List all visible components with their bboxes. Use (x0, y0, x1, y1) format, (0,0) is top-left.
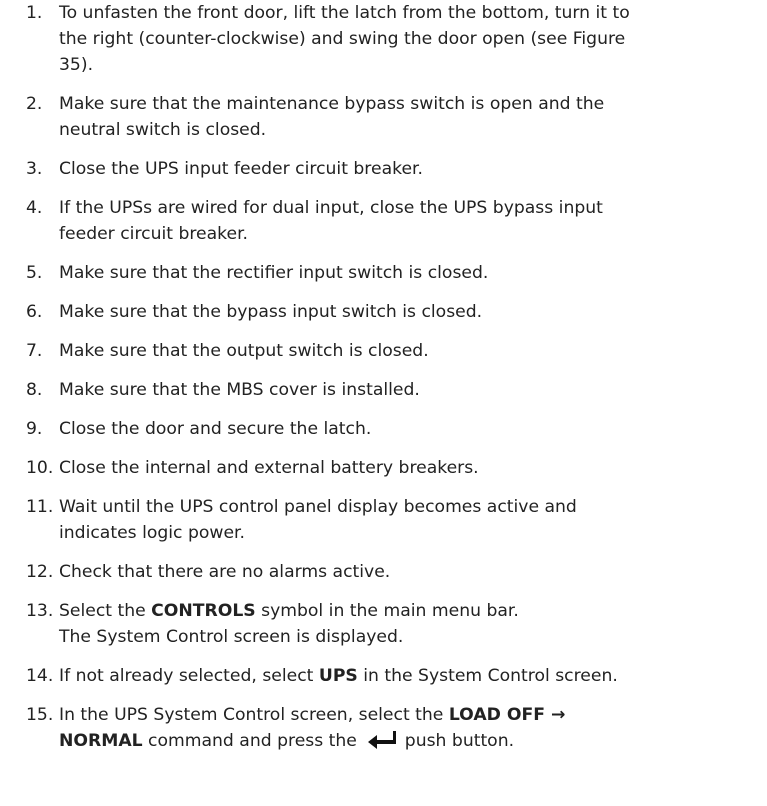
ups-keyword: UPS (318, 666, 358, 686)
step-2: 2. Make sure that the maintenance bypass… (0, 91, 767, 143)
step-number: 5. (26, 263, 43, 283)
load-off-keyword: LOAD OFF → (448, 705, 566, 725)
procedure-steps: 1. To unfasten the front door, lift the … (0, 0, 767, 767)
controls-keyword: CONTROLS (151, 601, 256, 621)
step-text-line: Close the UPS input feeder circuit break… (59, 159, 423, 179)
step-text-segment: If not already selected, select (59, 666, 319, 686)
step-text-segment: push button. (399, 731, 515, 751)
step-text-line: Wait until the UPS control panel display… (59, 497, 577, 517)
step-number: 2. (26, 94, 43, 114)
step-text-line: the right (counter-clockwise) and swing … (59, 29, 626, 49)
step-text-line: Make sure that the bypass input switch i… (59, 302, 483, 322)
step-1: 1. To unfasten the front door, lift the … (0, 0, 767, 78)
step-text-line: Make sure that the rectifier input switc… (59, 263, 489, 283)
step-number: 1. (26, 3, 43, 23)
step-13: 13. Select the CONTROLS symbol in the ma… (0, 598, 767, 650)
step-8: 8. Make sure that the MBS cover is insta… (0, 377, 767, 403)
step-text-segment: symbol in the main menu bar. (255, 601, 519, 621)
step-number: 11. (26, 497, 54, 517)
step-number: 6. (26, 302, 43, 322)
step-text-line: Make sure that the maintenance bypass sw… (59, 94, 605, 114)
step-3: 3. Close the UPS input feeder circuit br… (0, 156, 767, 182)
step-text-line: Make sure that the output switch is clos… (59, 341, 429, 361)
step-text-line: In the UPS System Control screen, select… (59, 702, 767, 728)
step-number: 9. (26, 419, 43, 439)
step-text-line: If not already selected, select UPS in t… (59, 663, 767, 689)
step-text-line: NORMAL command and press the push button… (59, 728, 767, 754)
step-text-line: feeder circuit breaker. (59, 224, 249, 244)
step-text-line: To unfasten the front door, lift the lat… (59, 3, 630, 23)
enter-arrow-icon (368, 731, 397, 749)
step-number: 13. (26, 601, 54, 621)
step-number: 7. (26, 341, 43, 361)
step-4: 4. If the UPSs are wired for dual input,… (0, 195, 767, 247)
step-text-segment: Select the (59, 601, 152, 621)
step-number: 10. (26, 458, 54, 478)
step-text-line: indicates logic power. (59, 523, 245, 543)
step-text-line: Close the internal and external battery … (59, 458, 479, 478)
step-15: 15. In the UPS System Control screen, se… (0, 702, 767, 754)
step-number: 14. (26, 666, 54, 686)
step-text-segment: in the System Control screen. (357, 666, 618, 686)
step-number: 12. (26, 562, 54, 582)
step-text-line: neutral switch is closed. (59, 120, 267, 140)
step-text-line: Make sure that the MBS cover is installe… (59, 380, 420, 400)
step-5: 5. Make sure that the rectifier input sw… (0, 260, 767, 286)
step-result-text: The System Control screen is displayed. (59, 627, 404, 647)
step-10: 10. Close the internal and external batt… (0, 455, 767, 481)
step-7: 7. Make sure that the output switch is c… (0, 338, 767, 364)
step-text-line: Select the CONTROLS symbol in the main m… (59, 598, 767, 624)
step-9: 9. Close the door and secure the latch. (0, 416, 767, 442)
normal-keyword: NORMAL (59, 731, 143, 751)
step-text-line: 35). (59, 55, 94, 75)
step-number: 3. (26, 159, 43, 179)
step-14: 14. If not already selected, select UPS … (0, 663, 767, 689)
step-text-line: Check that there are no alarms active. (59, 562, 391, 582)
step-12: 12. Check that there are no alarms activ… (0, 559, 767, 585)
step-number: 15. (26, 705, 54, 725)
step-text-segment: In the UPS System Control screen, select… (59, 705, 449, 725)
step-number: 4. (26, 198, 43, 218)
step-text-segment: command and press the (142, 731, 363, 751)
step-11: 11. Wait until the UPS control panel dis… (0, 494, 767, 546)
step-text-line: Close the door and secure the latch. (59, 419, 372, 439)
step-6: 6. Make sure that the bypass input switc… (0, 299, 767, 325)
step-number: 8. (26, 380, 43, 400)
step-text-line: If the UPSs are wired for dual input, cl… (59, 198, 603, 218)
